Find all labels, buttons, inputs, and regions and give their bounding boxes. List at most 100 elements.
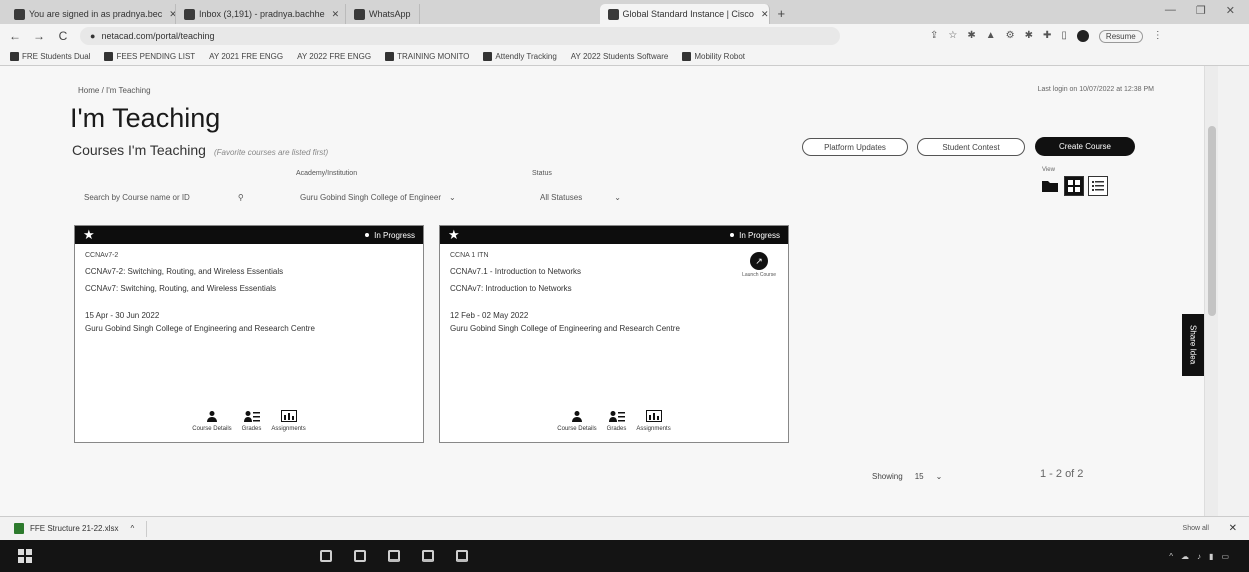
search-icon[interactable]: ⚲ [238,193,244,202]
chevron-down-icon[interactable]: ⌄ [936,472,943,481]
pagination-text: 1 - 2 of 2 [1040,468,1084,480]
store-icon[interactable] [422,550,434,562]
extension-icon[interactable]: ✱ [1025,30,1033,43]
browser-tab-gmail[interactable]: Inbox (3,191) - pradnya.bachhe ✕ [176,4,346,24]
bookmark-icon [483,52,493,61]
bookmark-item[interactable]: Attendly Tracking [483,52,557,61]
close-icon[interactable]: ✕ [169,9,175,20]
bookmark-label: FEES PENDING LIST [116,52,196,61]
grades-button[interactable]: Grades [607,410,626,432]
window-controls: — ❐ ✕ [1165,4,1235,17]
edge-icon[interactable] [354,550,366,562]
windows-start-icon[interactable] [18,549,32,563]
file-explorer-icon[interactable] [388,550,400,562]
bookmark-item[interactable]: Mobility Robot [682,52,745,61]
grid-icon [1068,180,1080,192]
bookmark-item[interactable]: FRE Students Dual [10,52,90,61]
bookmark-item[interactable]: AY 2021 FRE ENGG [209,52,283,61]
assignments-button[interactable]: Assignments [636,410,671,432]
forward-icon[interactable]: → [32,29,46,43]
browser-tab-cisco[interactable]: Global Standard Instance | Cisco ✕ [599,4,770,24]
search-input[interactable]: Search by Course name or ID ⚲ [84,193,244,202]
bookmark-item[interactable]: AY 2022 FRE ENGG [297,52,371,61]
view-toggle [1040,176,1108,196]
page-size-select[interactable]: 15 [915,472,924,481]
menu-icon[interactable]: ⋮ [1153,30,1163,43]
minimize-icon[interactable]: — [1165,4,1176,17]
bookmark-item[interactable]: AY 2022 Students Software [571,52,669,61]
grades-button[interactable]: Grades [242,410,261,432]
person-icon [204,410,220,422]
course-details-button[interactable]: Course Details [192,410,232,432]
star-icon[interactable]: ★ [448,227,460,243]
show-all-link[interactable]: Show all [1183,525,1209,532]
share-icon[interactable]: ⇪ [930,30,938,43]
list-view-button[interactable] [1088,176,1108,196]
status-select[interactable]: All Statuses ⌄ [540,193,621,202]
chevron-up-icon[interactable]: ^ [130,524,134,533]
course-details-button[interactable]: Course Details [557,410,597,432]
extension-icon[interactable]: ⚙ [1006,30,1015,43]
download-item[interactable]: FFE Structure 21-22.xlsx ^ [14,520,148,537]
scrollbar-thumb[interactable] [1208,126,1216,316]
status-dot [730,233,735,237]
bookmark-label: TRAINING MONITO [397,52,470,61]
maximize-icon[interactable]: ❐ [1196,4,1206,17]
star-icon[interactable]: ☆ [948,30,957,43]
course-name[interactable]: CCNAv7-2: Switching, Routing, and Wirele… [85,267,413,276]
course-name[interactable]: CCNAv7.1 - Introduction to Networks [450,267,778,276]
assignments-icon [645,410,662,422]
new-tab-button[interactable]: + [770,4,794,24]
address-bar-row: ← → C ● netacad.com/portal/teaching ⇪ ☆ … [0,24,1249,48]
chevron-up-icon[interactable]: ^ [1169,552,1173,561]
showing-label: Showing [872,472,903,481]
close-window-icon[interactable]: ✕ [1226,4,1235,17]
resume-button[interactable]: Resume [1098,29,1143,43]
course-card[interactable]: ★ In Progress CCNAv7-2 CCNAv7-2: Switchi… [74,225,424,443]
folder-view-button[interactable] [1040,176,1060,196]
create-course-button[interactable]: Create Course [1035,137,1135,156]
academy-select[interactable]: Guru Gobind Singh College of Engineer ⌄ [300,193,456,202]
close-icon[interactable]: ✕ [1229,523,1237,534]
page-scrollbar[interactable] [1204,66,1218,516]
back-icon[interactable]: ← [8,29,22,43]
grid-view-button[interactable] [1064,176,1084,196]
network-icon[interactable]: ▮ [1209,552,1213,561]
browser-tab-whatsapp[interactable]: WhatsApp [346,4,420,24]
mail-icon[interactable] [456,550,468,562]
share-idea-button[interactable]: Share Idea [1182,314,1204,376]
browser-tab-netacad-signin[interactable]: You are signed in as pradnya.bec ✕ [6,4,176,24]
reload-icon[interactable]: C [56,29,70,43]
profile-avatar[interactable] [1076,29,1089,42]
student-contest-button[interactable]: Student Contest [917,138,1025,156]
course-full-name: CCNAv7: Switching, Routing, and Wireless… [85,284,277,293]
extension-icon[interactable]: ✱ [967,30,975,43]
assignments-button[interactable]: Assignments [271,410,306,432]
launch-course-button[interactable]: ↗ Launch Course [742,252,776,278]
cloud-icon[interactable]: ☁ [1181,552,1189,561]
platform-updates-button[interactable]: Platform Updates [802,138,908,156]
star-icon[interactable]: ★ [83,227,95,243]
section-heading: Courses I'm Teaching (Favorite courses a… [72,142,328,158]
speaker-icon[interactable]: ♪ [1197,552,1201,561]
tab-favicon-icon [14,8,25,20]
puzzle-icon[interactable]: ✚ [1043,30,1051,43]
bookmark-item[interactable]: TRAINING MONITO [385,52,469,61]
close-icon[interactable]: ✕ [332,9,340,20]
sidebar-icon[interactable]: ▯ [1061,30,1067,43]
card-actions: Course Details Grades Assignments [440,410,788,432]
course-card[interactable]: ★ In Progress CCNA 1 ITN CCNAv7.1 - Intr… [439,225,789,443]
task-view-icon[interactable] [320,550,332,562]
close-icon[interactable]: ✕ [761,9,769,20]
bookmark-item[interactable]: FEES PENDING LIST [104,52,195,61]
section-note: (Favorite courses are listed first) [213,148,329,157]
breadcrumb[interactable]: Home / I'm Teaching [78,86,151,95]
notification-icon[interactable]: ▭ [1221,552,1229,561]
url-input[interactable]: ● netacad.com/portal/teaching [80,27,840,45]
extension-icon[interactable]: ▲ [986,30,996,43]
academy-label: Academy/Institution [296,170,358,177]
course-dates: 12 Feb - 02 May 2022 [450,311,529,320]
course-code: CCNA 1 ITN [450,252,489,259]
tab-title: Global Standard Instance | Cisco [622,9,754,19]
card-header: ★ In Progress [75,226,423,244]
